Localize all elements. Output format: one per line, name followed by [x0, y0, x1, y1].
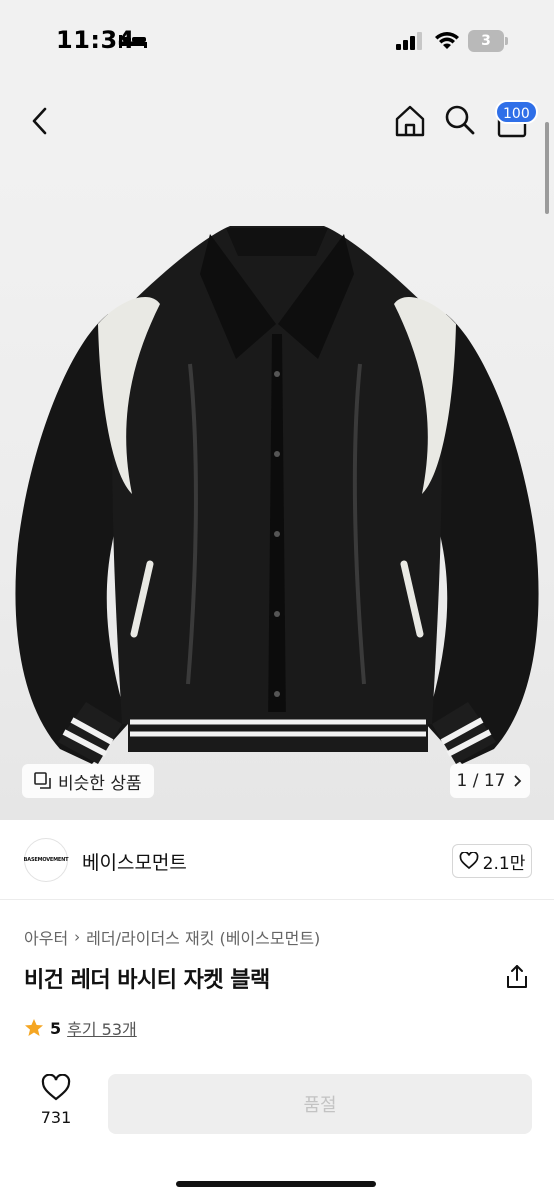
home-icon[interactable]	[394, 104, 426, 138]
brand-name[interactable]: 베이스모먼트	[82, 848, 187, 875]
wishlist-button[interactable]: 731	[24, 1074, 88, 1134]
battery-icon: 3	[468, 30, 508, 52]
breadcrumb-subcategory[interactable]: 레더/라이더스 재킷 (베이스모먼트)	[86, 925, 320, 949]
wifi-icon	[435, 32, 459, 49]
product-image[interactable]	[0, 164, 554, 820]
chevron-right-icon	[514, 775, 522, 787]
sold-out-button[interactable]: 품절	[108, 1074, 532, 1134]
rating-value: 5	[50, 1018, 62, 1038]
similar-products-label: 비슷한 상품	[58, 773, 142, 794]
product-title: 비건 레더 바시티 자켓 블랙	[24, 968, 270, 993]
brand-row[interactable]: BASEMOVEMENT 베이스모먼트 2.1만	[0, 820, 554, 900]
brand-logo[interactable]: BASEMOVEMENT	[23, 838, 69, 882]
star-icon	[25, 1019, 43, 1036]
similar-products-button[interactable]: 비슷한 상품	[22, 764, 154, 798]
brand-logo-text: BASEMOVEMENT	[23, 857, 69, 863]
scroll-indicator[interactable]	[545, 122, 549, 214]
search-icon[interactable]	[444, 104, 476, 136]
home-indicator[interactable]	[176, 1181, 376, 1187]
signal-icon	[396, 32, 422, 50]
heart-icon	[459, 852, 479, 870]
jacket-illustration	[15, 226, 539, 764]
breadcrumb-category[interactable]: 아우터	[24, 925, 68, 949]
brand-like-button[interactable]: 2.1만	[452, 844, 532, 878]
image-counter-text: 1 / 17	[456, 771, 506, 791]
image-counter[interactable]: 1 / 17	[450, 764, 530, 798]
share-icon[interactable]	[504, 964, 530, 990]
top-nav	[0, 84, 554, 164]
wishlist-count: 731	[40, 1108, 72, 1127]
heart-icon	[41, 1074, 71, 1101]
rating-row: 5 후기 53개	[24, 1016, 137, 1040]
brand-like-count: 2.1만	[482, 853, 526, 874]
breadcrumb: 아우터 › 레더/라이더스 재킷 (베이스모먼트)	[24, 925, 320, 949]
bed-icon	[119, 35, 147, 48]
review-count-link[interactable]: 후기 53개	[67, 1016, 137, 1040]
breadcrumb-separator-icon: ›	[74, 928, 81, 946]
battery-level: 3	[468, 30, 504, 52]
cart-count-badge: 100	[495, 100, 538, 124]
status-bar: 11:34 3	[0, 0, 554, 84]
similar-products-icon	[34, 772, 51, 789]
back-icon[interactable]	[26, 104, 56, 138]
